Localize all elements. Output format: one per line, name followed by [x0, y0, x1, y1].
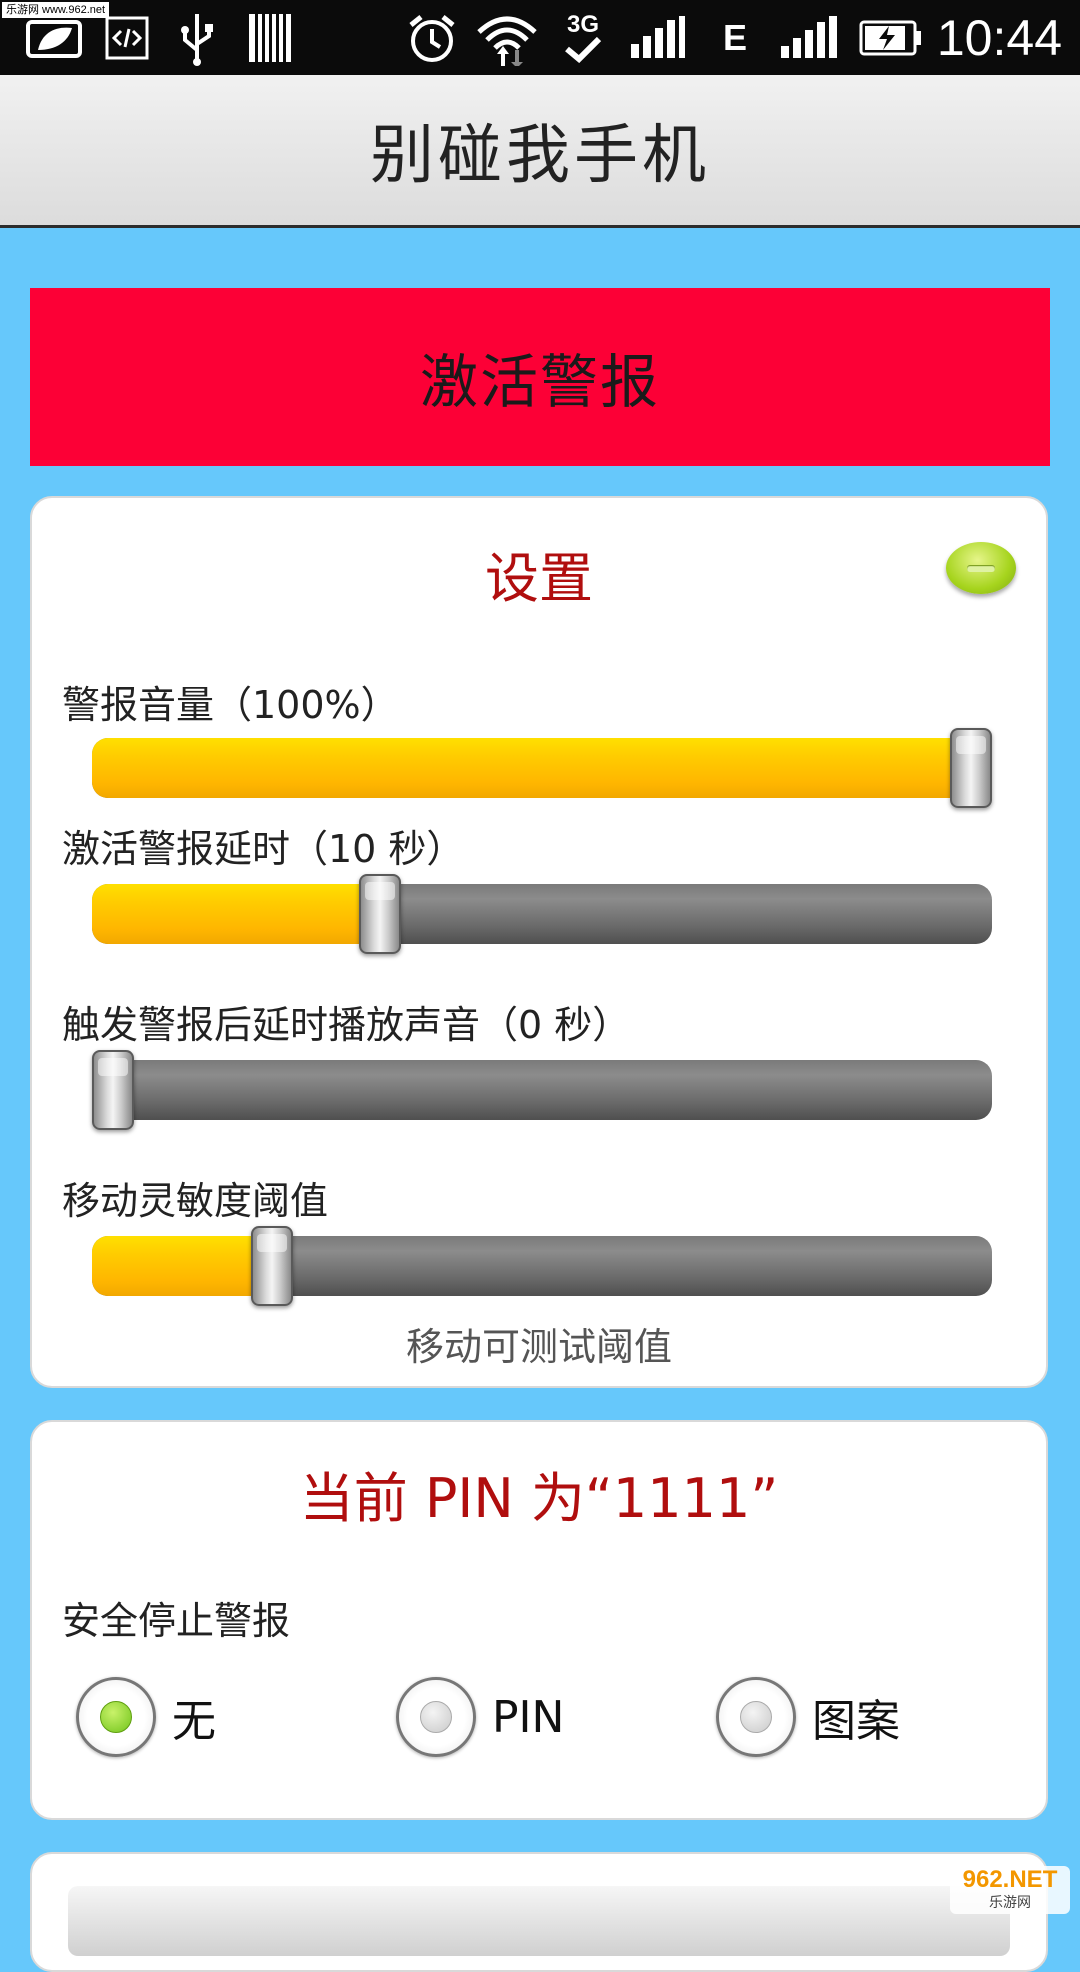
stop-method-radio-group: 无 PIN 图案: [32, 1672, 1046, 1762]
sensitivity-slider[interactable]: [92, 1226, 992, 1306]
radio-option-none[interactable]: 无: [76, 1672, 216, 1762]
activate-alarm-button[interactable]: 激活警报: [30, 288, 1050, 466]
radio-button-icon: [76, 1677, 156, 1757]
sound-delay-label: 触发警报后延时播放声音（0 秒）: [62, 1003, 631, 1047]
activation-delay-label: 激活警报延时（10 秒）: [62, 827, 465, 871]
slider-thumb[interactable]: [950, 728, 992, 808]
code-icon: [102, 10, 152, 66]
3g-check-icon: 3G: [558, 10, 608, 66]
volume-slider[interactable]: [92, 728, 992, 808]
e-network-icon: E: [722, 17, 747, 58]
settings-card: 设置 警报音量（100%） 激活警报延时（10 秒） 触发警报后延时播放声音（0…: [30, 496, 1048, 1388]
bottom-card: [30, 1852, 1048, 1972]
watermark-brand: 962.NET: [962, 1866, 1058, 1893]
radio-label-pattern: 图案: [812, 1696, 900, 1747]
volume-label: 警报音量（100%）: [62, 683, 399, 727]
app-title-bar: 别碰我手机: [0, 75, 1080, 228]
radio-label-none: 无: [172, 1696, 216, 1747]
bottom-card-button[interactable]: [68, 1886, 1010, 1956]
activation-delay-slider[interactable]: [92, 874, 992, 954]
alarm-icon: [404, 10, 460, 66]
slider-thumb[interactable]: [251, 1226, 293, 1306]
slider-thumb[interactable]: [92, 1050, 134, 1130]
slider-track: [92, 1060, 992, 1120]
wifi-icon: [474, 10, 540, 66]
battery-charging-icon: [858, 10, 924, 66]
signal-icon: [628, 10, 688, 66]
radio-button-icon: [716, 1677, 796, 1757]
stop-alarm-label: 安全停止警报: [62, 1599, 291, 1643]
settings-title: 设置: [485, 547, 593, 610]
slider-track: [92, 1236, 992, 1296]
slider-thumb[interactable]: [359, 874, 401, 954]
leaf-notification-icon: [24, 10, 86, 66]
slider-track: [92, 884, 992, 944]
sound-delay-slider[interactable]: [92, 1050, 992, 1130]
clock-time: 10:44: [936, 10, 1062, 66]
watermark-sub: 乐游网: [989, 1894, 1031, 1910]
usb-icon: [172, 10, 222, 66]
radio-label-pin: PIN: [492, 1691, 565, 1743]
slider-track: [92, 738, 992, 798]
radio-option-pattern[interactable]: 图案: [716, 1672, 900, 1762]
radio-button-icon: [396, 1677, 476, 1757]
slider-fill: [92, 738, 992, 798]
signal-icon-2: [778, 10, 840, 66]
watermark-logo: 962.NET 乐游网: [950, 1866, 1070, 1914]
minus-icon: [967, 564, 995, 572]
pin-card: 当前 PIN 为“1111” 安全停止警报 无 PIN 图案: [30, 1420, 1048, 1820]
slider-fill: [92, 1236, 272, 1296]
collapse-button[interactable]: [946, 542, 1016, 594]
app-title: 别碰我手机: [370, 119, 710, 193]
barcode-icon: [246, 10, 294, 66]
activate-alarm-label: 激活警报: [419, 348, 660, 416]
threshold-hint: 移动可测试阈值: [405, 1325, 672, 1369]
radio-option-pin[interactable]: PIN: [396, 1672, 564, 1762]
pin-title: 当前 PIN 为“1111”: [299, 1467, 779, 1530]
slider-fill: [92, 884, 380, 944]
sensitivity-label: 移动灵敏度阈值: [62, 1179, 329, 1223]
status-bar: 乐游网 www.962.net 3G E 10:44: [0, 0, 1080, 75]
